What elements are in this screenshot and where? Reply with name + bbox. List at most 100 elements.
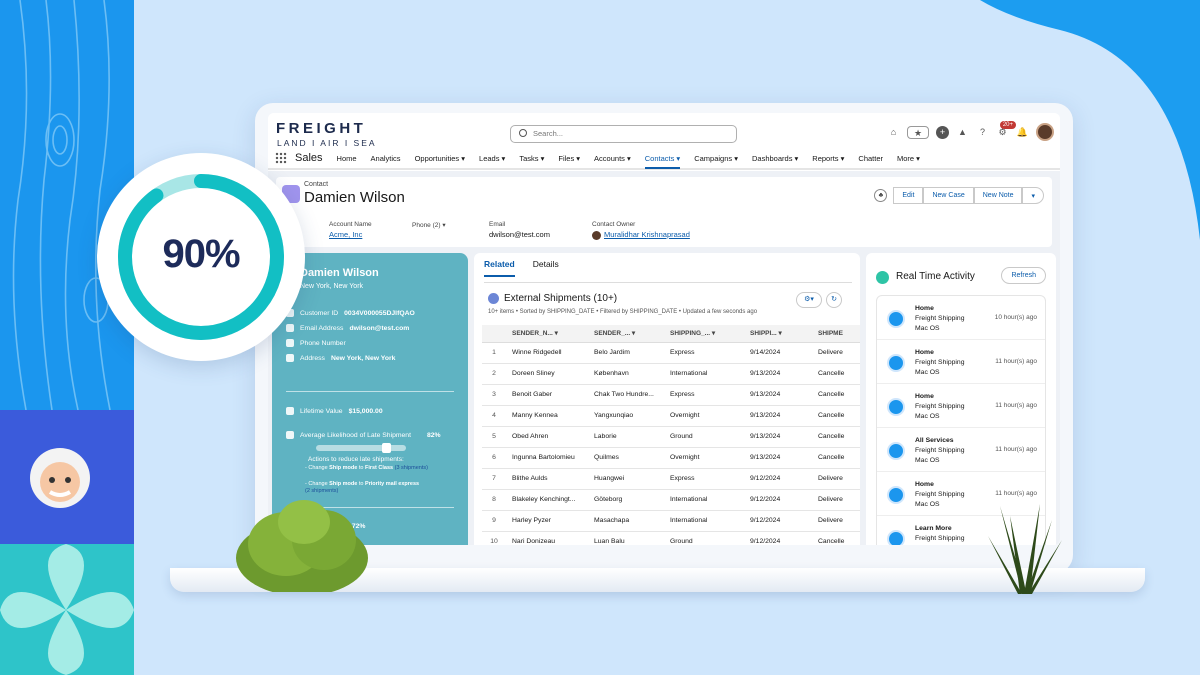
row-number-cell: 7 xyxy=(482,468,506,490)
nav-item-home[interactable]: Home xyxy=(337,154,357,163)
table-row[interactable]: 8 Blakeley Kenchingt... Göteborg Internatio… xyxy=(482,489,860,511)
wrench-icon xyxy=(488,293,499,304)
tab-details[interactable]: Details xyxy=(533,259,559,277)
table-cell: Delivere xyxy=(812,510,860,532)
divider xyxy=(286,391,454,392)
column-header[interactable]: SHIPPING_... ▾ xyxy=(664,325,744,343)
more-actions-button[interactable]: ▾ xyxy=(1022,187,1044,204)
nav-item-chatter[interactable]: Chatter xyxy=(858,154,883,163)
record-type: Contact xyxy=(304,181,329,188)
late-shipment-row: Average Likelihood of Late Shipment 82% xyxy=(286,431,441,439)
nav-item-campaigns[interactable]: Campaigns ▾ xyxy=(694,154,738,163)
column-header[interactable]: SHIPPI... ▾ xyxy=(744,325,812,343)
table-cell: Huangwei xyxy=(588,468,664,490)
table-cell: Belo Jardim xyxy=(588,342,664,364)
late-likelihood-bar xyxy=(316,443,406,453)
activity-item[interactable]: Home Freight Shipping Mac OS 11 hour(s) ago xyxy=(877,340,1045,384)
nav-item-dashboards[interactable]: Dashboards ▾ xyxy=(752,154,798,163)
activity-text: Home Freight Shipping Mac OS xyxy=(915,305,965,332)
app-nav-bar: Sales Home Analytics Opportunities ▾ Leads ▾… xyxy=(268,148,1060,170)
column-header[interactable]: SENDER_N... ▾ xyxy=(506,325,588,343)
record-actions: ♣ Edit New Case New Note ▾ xyxy=(874,187,1044,204)
table-row[interactable]: 3 Benoit Gaber Chak Two Hundre... Express 9/… xyxy=(482,384,860,406)
nav-item-leads[interactable]: Leads ▾ xyxy=(479,154,505,163)
table-cell: Cancelle xyxy=(812,405,860,427)
account-link[interactable]: Acme, Inc xyxy=(329,230,372,239)
notifications-icon[interactable]: 🔔 xyxy=(1016,126,1029,139)
einstein-mascot xyxy=(0,410,134,544)
table-cell: Overnight xyxy=(664,447,744,469)
table-row[interactable]: 6 Ingunna Bartolomieu Quilmes Overnight 9/13… xyxy=(482,447,860,469)
nav-item-files[interactable]: Files ▾ xyxy=(558,154,580,163)
table-row[interactable]: 7 Blithe Aulds Huangwei Express 9/12/2024 Del… xyxy=(482,468,860,490)
row-number-cell: 3 xyxy=(482,384,506,406)
table-row[interactable]: 5 Obed Ahren Laborie Ground 9/13/2024 Cancell… xyxy=(482,426,860,448)
table-cell: 9/12/2024 xyxy=(744,468,812,490)
table-cell: Blakeley Kenchingt... xyxy=(506,489,588,511)
activity-time: 11 hour(s) ago xyxy=(995,358,1037,365)
table-cell: 9/13/2024 xyxy=(744,384,812,406)
activity-time: 11 hour(s) ago xyxy=(995,446,1037,453)
nav-item-reports[interactable]: Reports ▾ xyxy=(812,154,844,163)
user-avatar[interactable] xyxy=(1036,123,1054,141)
activity-text: Learn More Freight Shipping xyxy=(915,525,965,542)
table-cell: International xyxy=(664,510,744,532)
brand-logo: FREIGHT xyxy=(276,120,367,137)
edit-button[interactable]: Edit xyxy=(893,187,924,204)
help-icon[interactable]: ? xyxy=(976,126,989,139)
new-note-button[interactable]: New Note xyxy=(973,187,1023,204)
nav-item-more[interactable]: More ▾ xyxy=(897,154,920,163)
nav-item-tasks[interactable]: Tasks ▾ xyxy=(519,154,544,163)
shipments-table: SENDER_N... ▾ SENDER_... ▾ SHIPPING_... ▾ S… xyxy=(482,325,860,545)
table-cell: Cancelle xyxy=(812,384,860,406)
table-cell: Express xyxy=(664,468,744,490)
actions-title: Actions to reduce late shipments: xyxy=(308,456,404,463)
field-phone[interactable]: Phone (2) ▾ xyxy=(412,221,446,229)
table-row[interactable]: 4 Manny Kennea Yangxunqiao Overnight 9/13/20… xyxy=(482,405,860,427)
list-settings-button[interactable]: ⚙▾ xyxy=(796,292,822,308)
table-cell: Manny Kennea xyxy=(506,405,588,427)
row-number-cell: 9 xyxy=(482,510,506,532)
trailhead-icon[interactable]: ▲ xyxy=(956,126,969,139)
table-cell: 9/12/2024 xyxy=(744,489,812,511)
add-icon[interactable]: + xyxy=(936,125,949,139)
table-cell: Ground xyxy=(664,531,744,545)
tab-divider xyxy=(484,282,852,283)
follow-icon[interactable]: ♣ xyxy=(874,189,888,202)
record-name: Damien Wilson xyxy=(304,189,405,206)
table-cell: International xyxy=(664,363,744,385)
related-list-title[interactable]: External Shipments (10+) xyxy=(504,293,617,304)
global-search-input[interactable]: Search... xyxy=(510,125,737,143)
activity-item[interactable]: Home Freight Shipping Mac OS 11 hour(s) ago xyxy=(877,384,1045,428)
field-label: Email xyxy=(489,221,506,228)
table-row[interactable]: 1 Winne Ridgedell Belo Jardim Express 9/14/2… xyxy=(482,342,860,364)
table-cell: Ingunna Bartolomieu xyxy=(506,447,588,469)
globe-icon xyxy=(887,354,905,372)
activity-item[interactable]: All Services Freight Shipping Mac OS 11 hou… xyxy=(877,428,1045,472)
progress-ring: 90% xyxy=(97,153,305,361)
home-icon[interactable]: ⌂ xyxy=(887,126,900,139)
column-header[interactable]: SENDER_... ▾ xyxy=(588,325,664,343)
refresh-button[interactable]: Refresh xyxy=(1001,267,1046,284)
refresh-list-button[interactable]: ↻ xyxy=(826,292,842,308)
table-cell: Cancelle xyxy=(812,447,860,469)
email-value[interactable]: dwilson@test.com xyxy=(489,230,550,239)
nav-item-contacts[interactable]: Contacts ▾ xyxy=(644,154,681,169)
field-label: Contact Owner xyxy=(592,221,636,228)
new-case-button[interactable]: New Case xyxy=(923,187,974,204)
action-2: - Change Ship mode to Priority mail expr… xyxy=(305,481,420,494)
table-row[interactable]: 9 Harley Pyzer Masachapa International 9/12/… xyxy=(482,510,860,532)
column-header[interactable]: SHIPME xyxy=(812,325,860,343)
search-placeholder: Search... xyxy=(533,129,564,138)
nav-item-opportunities[interactable]: Opportunities ▾ xyxy=(415,154,465,163)
activity-item[interactable]: Home Freight Shipping Mac OS 10 hour(s) ago xyxy=(877,296,1045,340)
owner-link[interactable]: Muralidhar Krishnaprasad xyxy=(592,230,690,240)
table-row[interactable]: 10 Nari Donizeau Luan Balu Ground 9/12/2024 C… xyxy=(482,531,860,545)
nav-item-accounts[interactable]: Accounts ▾ xyxy=(594,154,631,163)
nav-item-analytics[interactable]: Analytics xyxy=(371,154,401,163)
cart-icon xyxy=(286,407,294,415)
favorites-icon[interactable]: ★ xyxy=(907,125,929,139)
late-likelihood-knob xyxy=(382,443,392,453)
table-row[interactable]: 2 Doreen Sliney København International 9/13… xyxy=(482,363,860,385)
tab-related[interactable]: Related xyxy=(484,259,515,277)
